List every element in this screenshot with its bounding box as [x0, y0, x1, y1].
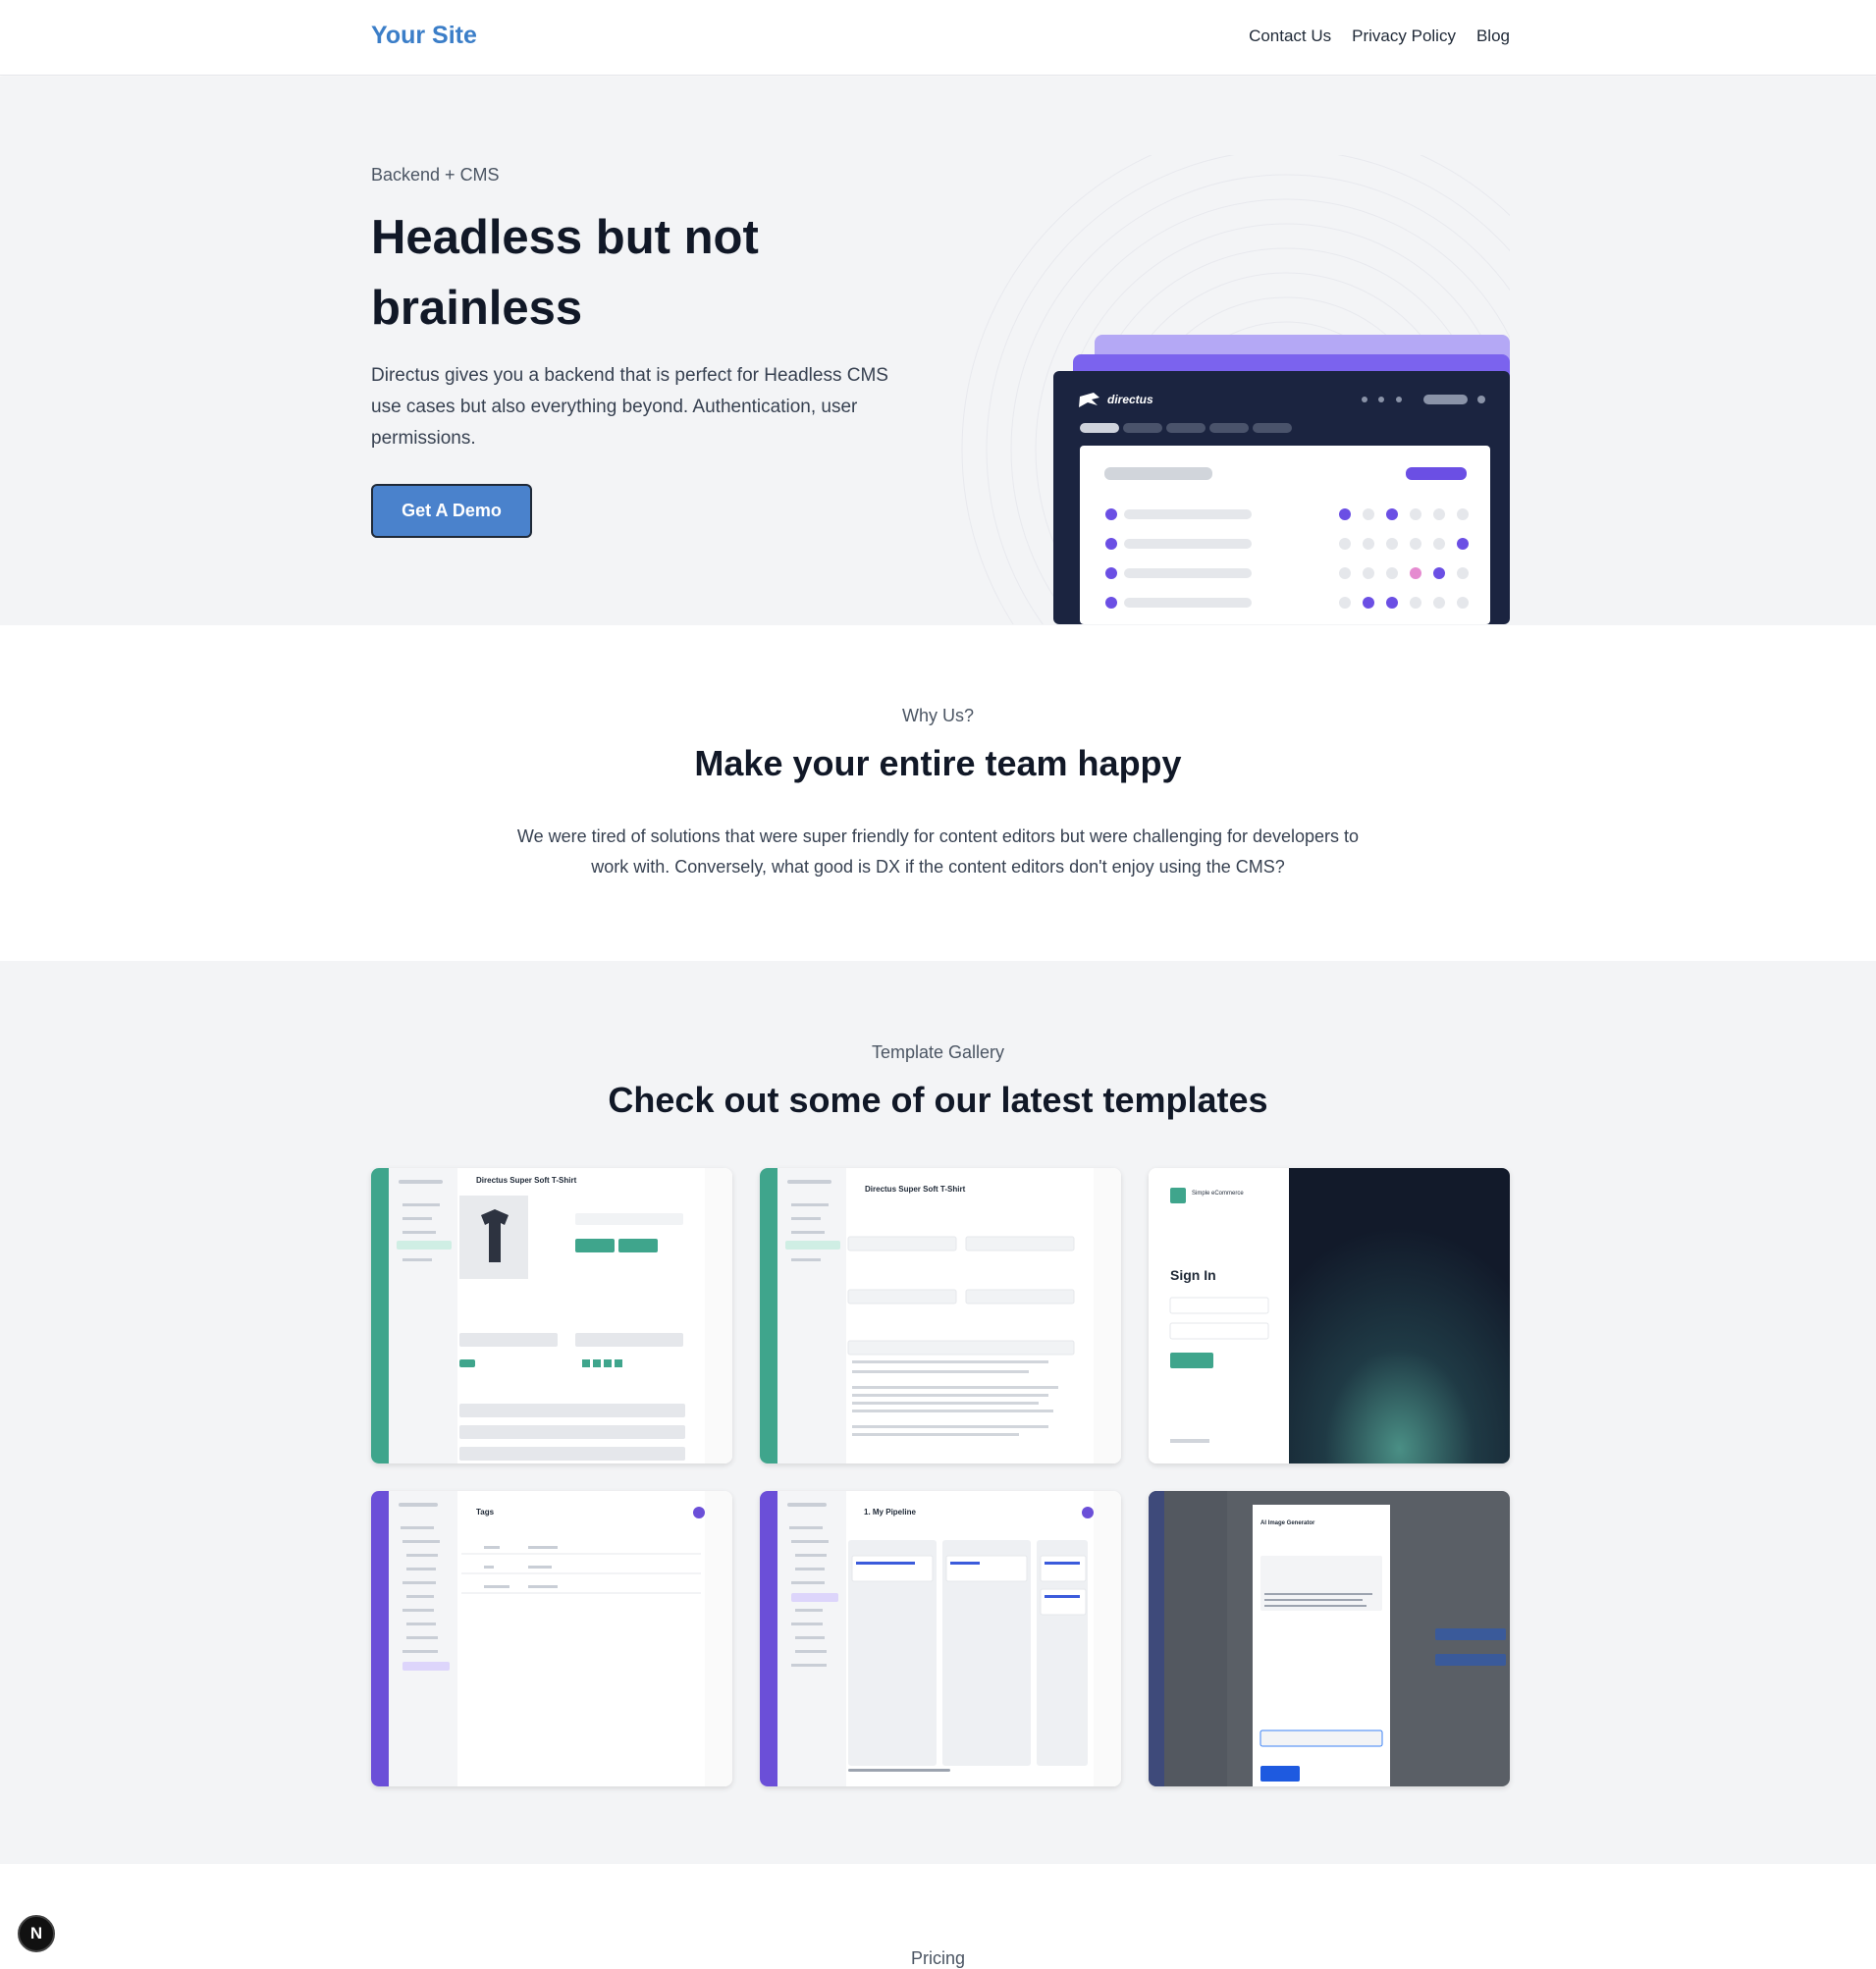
hero-section: Backend + CMS Headless but not brainless…: [0, 77, 1876, 625]
gallery-title: Check out some of our latest templates: [608, 1080, 1268, 1120]
template-card-ecommerce-product[interactable]: Directus Super Soft T-Shirt: [371, 1168, 732, 1463]
why-us-title: Make your entire team happy: [694, 743, 1182, 783]
why-us-description: We were tired of solutions that were sup…: [516, 826, 1360, 877]
why-us-section: Why Us? Make your entire team happy We w…: [0, 625, 1876, 961]
site-logo[interactable]: Your Site: [371, 22, 477, 50]
gallery-eyebrow: Template Gallery: [871, 1042, 1005, 1062]
directus-dashboard-graphic: directus: [1053, 335, 1510, 624]
card-4-heading: Tags: [476, 1508, 495, 1517]
get-a-demo-button[interactable]: Get A Demo: [371, 484, 532, 538]
site-header: Your Site Contact Us Privacy Policy Blog: [0, 0, 1876, 76]
pricing-eyebrow: Pricing: [910, 1948, 966, 1968]
card-3-app-name: Simple eCommerce: [1192, 1191, 1244, 1197]
template-card-crm-pipeline[interactable]: 1. My Pipeline: [760, 1491, 1121, 1786]
main-nav: Contact Us Privacy Policy Blog: [1249, 27, 1510, 46]
card-6-heading: AI Image Generator: [1260, 1520, 1315, 1526]
card-2-heading: Directus Super Soft T-Shirt: [865, 1185, 966, 1194]
template-card-ecommerce-form[interactable]: Directus Super Soft T-Shirt: [760, 1168, 1121, 1463]
template-gallery-section: Template Gallery Check out some of our l…: [0, 961, 1876, 1864]
nav-blog[interactable]: Blog: [1476, 27, 1510, 46]
why-us-eyebrow: Why Us?: [901, 706, 974, 725]
nav-contact-us[interactable]: Contact Us: [1249, 27, 1331, 46]
directus-brand-text: directus: [1107, 393, 1153, 406]
hero-illustration: directus: [952, 155, 1510, 624]
pricing-section: Pricing: [0, 1864, 1876, 1969]
nav-privacy-policy[interactable]: Privacy Policy: [1352, 27, 1456, 46]
template-card-crm-tags[interactable]: Tags: [371, 1491, 732, 1786]
card-3-heading: Sign In: [1170, 1267, 1216, 1283]
template-card-ai-image-generator[interactable]: AI Image Generator: [1149, 1491, 1510, 1786]
hero-eyebrow: Backend + CMS: [371, 165, 500, 185]
card-1-heading: Directus Super Soft T-Shirt: [476, 1176, 577, 1185]
template-card-sign-in[interactable]: Simple eCommerce Sign In: [1149, 1168, 1510, 1463]
nextjs-dev-badge[interactable]: N: [18, 1915, 55, 1952]
hero-title: Headless but not brainless: [371, 211, 759, 335]
hero-description: Directus gives you a backend that is per…: [371, 365, 888, 449]
card-5-heading: 1. My Pipeline: [864, 1508, 916, 1517]
